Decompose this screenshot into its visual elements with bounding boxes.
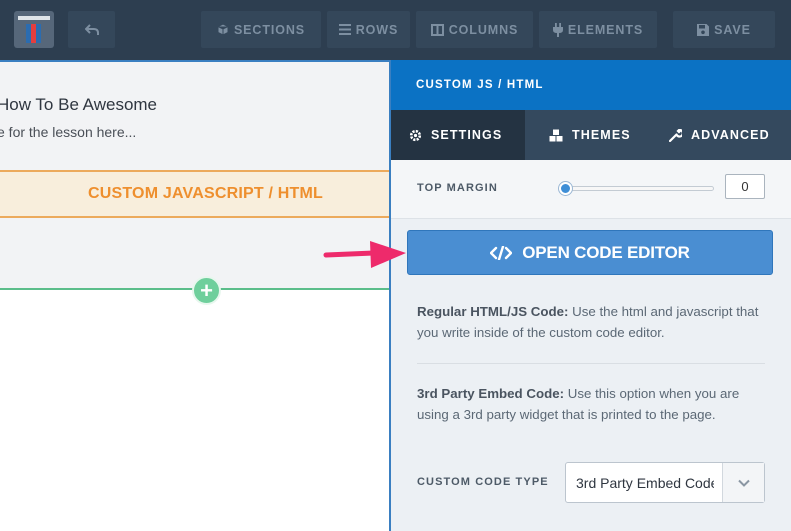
undo-icon (84, 23, 99, 35)
floppy-disk-icon (697, 23, 710, 36)
custom-code-type-value: 3rd Party Embed Code (576, 475, 714, 491)
top-margin-input[interactable]: 0 (725, 174, 765, 199)
columns-button[interactable]: COLUMNS (416, 11, 533, 48)
top-toolbar: SECTIONS ROWS COLUMNS ELEMENTS SAVE (0, 0, 791, 60)
plug-icon (552, 22, 563, 37)
open-code-editor-button[interactable]: OPEN CODE EDITOR (407, 230, 773, 275)
sections-button[interactable]: SECTIONS (201, 11, 321, 48)
wrench-icon (669, 128, 682, 142)
app-logo[interactable] (14, 11, 54, 48)
top-margin-setting: TOP MARGIN 0 (391, 160, 791, 219)
add-row-button[interactable]: + (192, 276, 221, 305)
info-divider (417, 363, 765, 364)
save-button[interactable]: SAVE (673, 11, 775, 48)
code-icon (490, 245, 513, 260)
sections-label: SECTIONS (233, 22, 306, 37)
custom-js-element-label: CUSTOM JAVASCRIPT / HTML (87, 185, 324, 202)
rows-label: ROWS (355, 22, 399, 37)
plus-icon: + (200, 277, 213, 303)
pointer-arrow-icon (323, 241, 406, 268)
custom-js-element[interactable]: CUSTOM JAVASCRIPT / HTML (0, 170, 391, 218)
tab-advanced[interactable]: ADVANCED (645, 110, 791, 160)
lesson-title[interactable]: How To Be Awesome (0, 95, 157, 115)
elements-label: ELEMENTS (567, 22, 644, 37)
rows-button[interactable]: ROWS (327, 11, 410, 48)
panel-header: CUSTOM JS / HTML (391, 60, 791, 110)
tab-themes-label: THEMES (572, 128, 631, 142)
editor-canvas: How To Be Awesome e for the lesson here.… (0, 60, 391, 531)
cubes-icon (549, 129, 563, 141)
settings-panel: CUSTOM JS / HTML SETTINGS THEMES ADVANCE… (391, 60, 791, 531)
lesson-description[interactable]: e for the lesson here... (0, 124, 136, 140)
columns-icon (430, 23, 444, 36)
custom-code-type-toggle[interactable] (722, 463, 764, 502)
columns-label: COLUMNS (448, 22, 519, 37)
logo-mark (26, 24, 42, 43)
custom-code-type-label: CUSTOM CODE TYPE (417, 476, 549, 488)
chevron-down-icon (737, 479, 750, 487)
embed-code-heading: 3rd Party Embed Code: (417, 386, 565, 401)
panel-title: CUSTOM JS / HTML (416, 79, 544, 91)
save-label: SAVE (714, 22, 751, 37)
tab-themes[interactable]: THEMES (525, 110, 645, 160)
undo-button[interactable] (68, 11, 115, 48)
gear-icon (409, 129, 422, 141)
embed-code-info: 3rd Party Embed Code: Use this option wh… (417, 383, 767, 425)
regular-code-heading: Regular HTML/JS Code: (417, 304, 569, 319)
panel-tabs: SETTINGS THEMES ADVANCED (391, 110, 791, 160)
cube-icon (217, 23, 229, 36)
regular-code-info: Regular HTML/JS Code: Use the html and j… (417, 301, 767, 343)
top-margin-slider-thumb[interactable] (559, 182, 572, 195)
tab-settings[interactable]: SETTINGS (391, 110, 525, 160)
top-margin-slider[interactable] (561, 186, 714, 191)
tab-advanced-label: ADVANCED (691, 128, 770, 142)
bars-icon (338, 24, 351, 35)
elements-button[interactable]: ELEMENTS (539, 11, 657, 48)
tab-settings-label: SETTINGS (431, 128, 503, 142)
open-code-editor-label: OPEN CODE EDITOR (522, 242, 690, 262)
logo-bar (18, 16, 50, 20)
top-margin-label: TOP MARGIN (417, 182, 498, 194)
custom-code-type-select[interactable]: 3rd Party Embed Code (565, 462, 765, 503)
